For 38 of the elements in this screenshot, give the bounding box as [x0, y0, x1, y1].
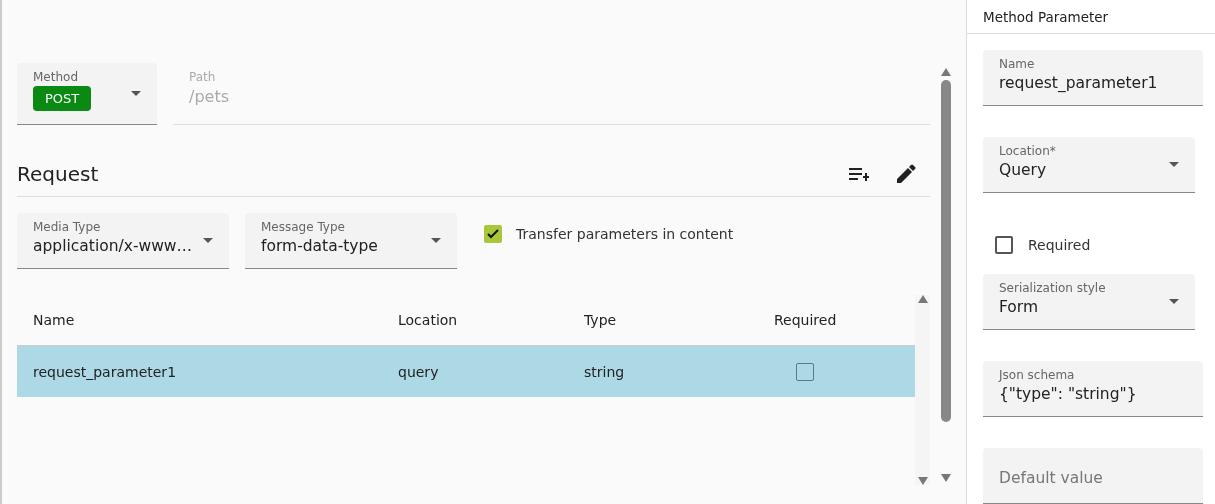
- add-list-icon[interactable]: [849, 166, 869, 181]
- text-field[interactable]: Name request_parameter1: [983, 50, 1203, 106]
- caret-icon: [1169, 162, 1179, 167]
- section-title: Request: [17, 161, 99, 186]
- scroll-down-icon[interactable]: [917, 477, 928, 485]
- default-value-field[interactable]: Default value: [983, 448, 1203, 504]
- field-label: Method: [33, 70, 79, 84]
- table-cell-text: request_parameter1: [32, 363, 178, 380]
- media-type-select[interactable]: Media Type application/x-www…: [17, 213, 229, 269]
- column-header: Required: [774, 312, 838, 328]
- checkbox[interactable]: [796, 362, 814, 381]
- column-header: Type: [584, 312, 618, 328]
- caret-icon: [1169, 299, 1179, 304]
- scroll-down-icon[interactable]: [941, 474, 951, 482]
- select-field[interactable]: Serialization style Form: [983, 274, 1195, 330]
- column-header: Name: [32, 312, 76, 328]
- scroll-up-icon[interactable]: [917, 295, 928, 303]
- table-row[interactable]: request_parameter1 query string: [17, 346, 915, 397]
- select-field[interactable]: Location* Query: [983, 137, 1195, 193]
- checkbox[interactable]: [995, 236, 1013, 254]
- text-field[interactable]: Json schema {"type": "string"}: [983, 361, 1203, 417]
- edit-icon[interactable]: [897, 164, 916, 183]
- caret-icon: [431, 238, 441, 243]
- message-type-select[interactable]: Message Type form-data-type: [245, 213, 457, 269]
- checkbox-label: Transfer parameters in content: [516, 226, 734, 242]
- column-header: Location: [398, 312, 459, 328]
- caret-icon: [203, 238, 213, 243]
- panel-title: Method Parameter: [967, 0, 1215, 34]
- checkbox-label: Required: [1028, 237, 1091, 253]
- scrollbar[interactable]: [915, 295, 930, 485]
- method-select[interactable]: Method POST: [17, 63, 157, 125]
- checkbox[interactable]: [484, 225, 502, 243]
- caret-icon: [131, 91, 141, 96]
- table-cell-text: string: [584, 363, 626, 380]
- table-cell-text: query: [398, 363, 440, 380]
- scrollbar[interactable]: [939, 68, 953, 482]
- scroll-up-icon[interactable]: [941, 68, 951, 76]
- method-badge: POST: [33, 86, 92, 111]
